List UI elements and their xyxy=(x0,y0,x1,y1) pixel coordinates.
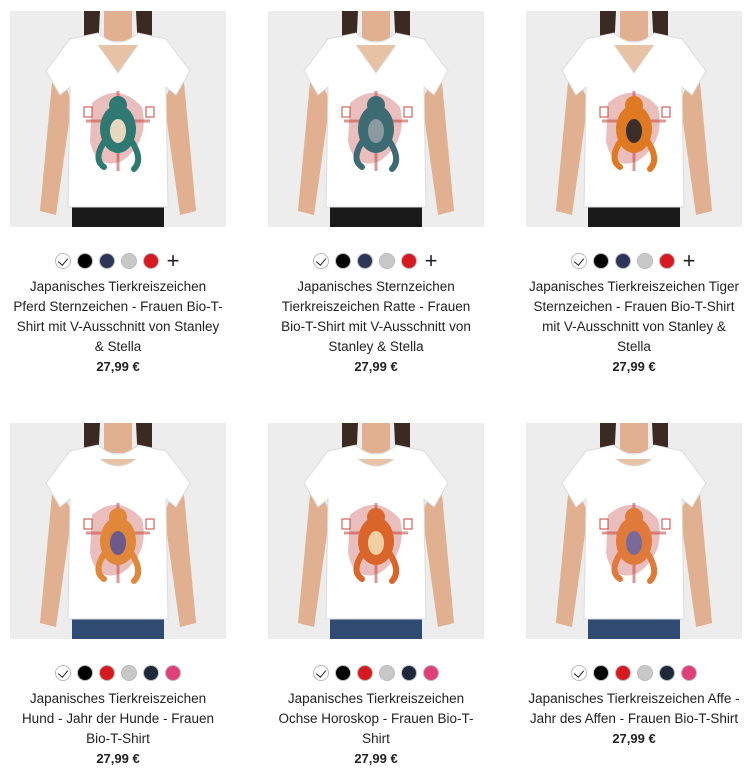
color-swatch[interactable] xyxy=(121,665,137,681)
product-title[interactable]: Japanisches Tierkreiszeichen Hund - Jahr… xyxy=(10,689,226,749)
product-price: 27,99 € xyxy=(354,359,398,374)
color-swatch[interactable] xyxy=(681,665,697,681)
color-swatch[interactable] xyxy=(143,253,159,269)
color-swatch[interactable] xyxy=(379,253,395,269)
color-swatch[interactable] xyxy=(99,665,115,681)
color-swatches xyxy=(10,663,226,683)
color-swatches: + xyxy=(10,250,226,272)
color-swatch[interactable] xyxy=(165,665,181,681)
color-swatch[interactable] xyxy=(615,253,631,269)
color-swatch[interactable] xyxy=(357,253,373,269)
product-image[interactable] xyxy=(526,423,742,639)
product-card[interactable]: + Japanisches Sternzeichen Tierkreiszeich… xyxy=(268,11,484,377)
color-swatch[interactable] xyxy=(357,665,373,681)
product-title[interactable]: Japanisches Tierkreiszeichen Ochse Horos… xyxy=(268,689,484,749)
color-swatches xyxy=(526,663,742,683)
product-card[interactable]: Japanisches Tierkreiszeichen Hund - Jahr… xyxy=(10,423,226,769)
product-title[interactable]: Japanisches Tierkreiszeichen Affe - Jahr… xyxy=(526,689,742,729)
color-swatch[interactable] xyxy=(571,253,587,269)
color-swatch[interactable] xyxy=(401,665,417,681)
color-swatch[interactable] xyxy=(659,665,675,681)
more-colors-button[interactable]: + xyxy=(681,250,697,272)
color-swatches xyxy=(268,663,484,683)
product-grid: + Japanisches Tierkreiszeichen Pferd Ster… xyxy=(0,0,752,784)
product-title[interactable]: Japanisches Sternzeichen Tierkreiszeiche… xyxy=(268,277,484,357)
color-swatch[interactable] xyxy=(55,253,71,269)
product-title[interactable]: Japanisches Tierkreiszeichen Tiger Stern… xyxy=(526,277,742,357)
product-card[interactable]: + Japanisches Tierkreiszeichen Tiger Ster… xyxy=(526,11,742,377)
color-swatch[interactable] xyxy=(335,665,351,681)
product-image[interactable] xyxy=(268,11,484,227)
product-price: 27,99 € xyxy=(612,731,656,746)
color-swatch[interactable] xyxy=(313,665,329,681)
color-swatch[interactable] xyxy=(121,253,137,269)
color-swatch[interactable] xyxy=(423,665,439,681)
color-swatch[interactable] xyxy=(55,665,71,681)
color-swatch[interactable] xyxy=(77,665,93,681)
color-swatch[interactable] xyxy=(335,253,351,269)
more-colors-button[interactable]: + xyxy=(165,250,181,272)
product-price: 27,99 € xyxy=(96,359,140,374)
color-swatch[interactable] xyxy=(143,665,159,681)
color-swatch[interactable] xyxy=(379,665,395,681)
product-title[interactable]: Japanisches Tierkreiszeichen Pferd Stern… xyxy=(10,277,226,357)
product-price: 27,99 € xyxy=(354,751,398,766)
color-swatch[interactable] xyxy=(401,253,417,269)
color-swatches: + xyxy=(526,250,742,272)
product-card[interactable]: Japanisches Tierkreiszeichen Affe - Jahr… xyxy=(526,423,742,749)
product-image[interactable] xyxy=(10,11,226,227)
color-swatch[interactable] xyxy=(593,665,609,681)
product-image[interactable] xyxy=(10,423,226,639)
color-swatches: + xyxy=(268,250,484,272)
color-swatch[interactable] xyxy=(77,253,93,269)
color-swatch[interactable] xyxy=(659,253,675,269)
product-image[interactable] xyxy=(268,423,484,639)
color-swatch[interactable] xyxy=(571,665,587,681)
color-swatch[interactable] xyxy=(637,665,653,681)
color-swatch[interactable] xyxy=(637,253,653,269)
product-image[interactable] xyxy=(526,11,742,227)
color-swatch[interactable] xyxy=(313,253,329,269)
color-swatch[interactable] xyxy=(615,665,631,681)
product-price: 27,99 € xyxy=(96,751,140,766)
more-colors-button[interactable]: + xyxy=(423,250,439,272)
color-swatch[interactable] xyxy=(99,253,115,269)
product-price: 27,99 € xyxy=(612,359,656,374)
product-card[interactable]: Japanisches Tierkreiszeichen Ochse Horos… xyxy=(268,423,484,769)
product-card[interactable]: + Japanisches Tierkreiszeichen Pferd Ster… xyxy=(10,11,226,377)
color-swatch[interactable] xyxy=(593,253,609,269)
